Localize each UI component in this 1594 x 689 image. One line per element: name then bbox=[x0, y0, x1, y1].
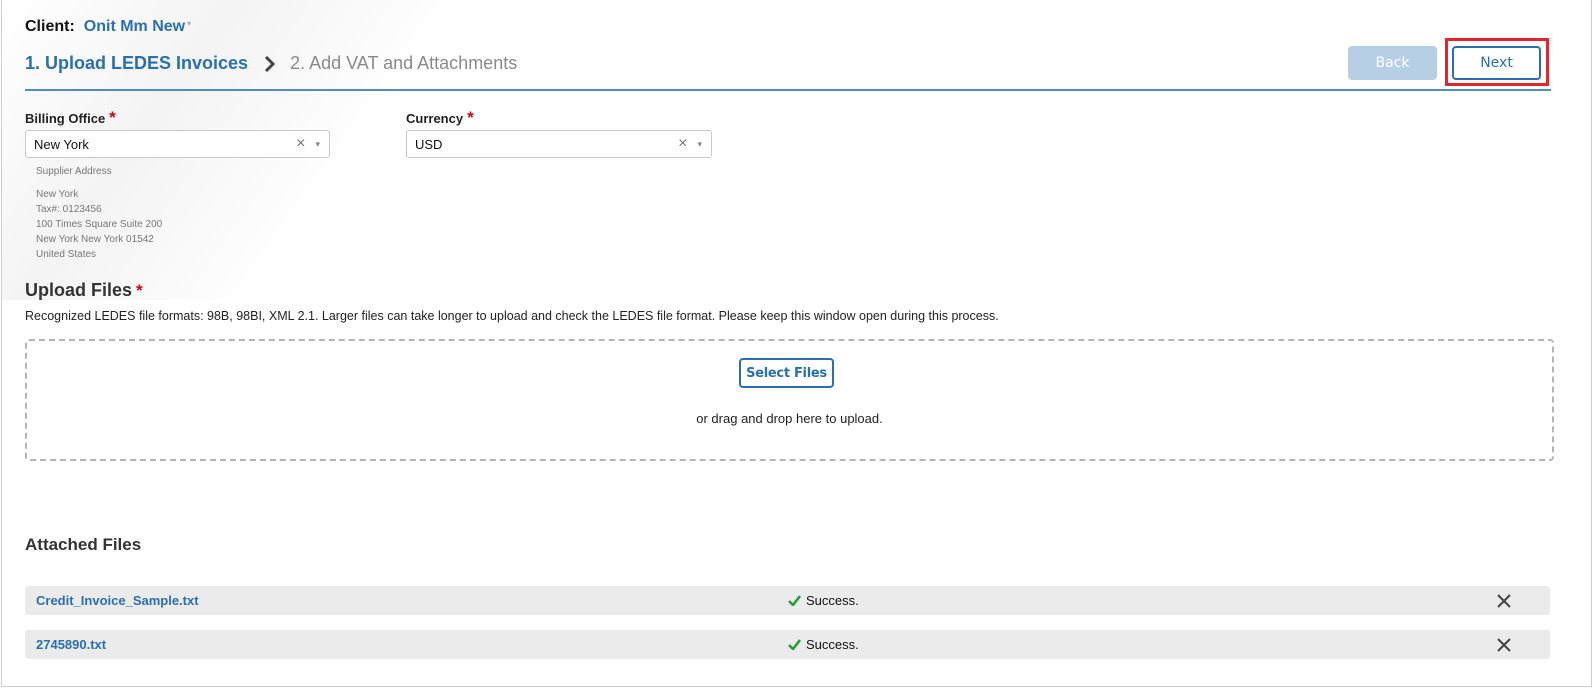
header-divider bbox=[25, 89, 1551, 91]
back-button[interactable]: Back bbox=[1348, 46, 1437, 80]
attached-files-title: Attached Files bbox=[25, 535, 142, 554]
billing-office-clear-icon[interactable]: × bbox=[296, 135, 305, 153]
client-caret-icon[interactable]: ▾ bbox=[187, 19, 191, 28]
required-mark: * bbox=[467, 108, 474, 127]
supplier-address-line: New York New York 01542 bbox=[36, 234, 154, 245]
wizard-steps: 1. Upload LEDES Invoices 2. Add VAT and … bbox=[25, 53, 517, 74]
required-mark: * bbox=[136, 281, 143, 300]
supplier-address-line: Tax#: 0123456 bbox=[36, 204, 102, 215]
attached-file-row: 2745890.txt Success. bbox=[25, 630, 1550, 659]
supplier-address-line: 100 Times Square Suite 200 bbox=[36, 219, 163, 230]
attached-file-row: Credit_Invoice_Sample.txt Success. bbox=[25, 586, 1550, 615]
upload-description: Recognized LEDES file formats: 98B, 98BI… bbox=[25, 309, 999, 323]
supplier-address-line: United States bbox=[36, 249, 97, 260]
select-files-button[interactable]: Select Files bbox=[739, 358, 834, 388]
step-upload-ledes: 1. Upload LEDES Invoices bbox=[25, 53, 249, 73]
billing-office-chevron-down-icon[interactable]: ▾ bbox=[315, 139, 320, 150]
upload-status-text: Success. bbox=[806, 593, 859, 608]
supplier-address-title: Supplier Address bbox=[36, 166, 112, 177]
upload-status: Success. bbox=[788, 637, 859, 652]
check-icon bbox=[788, 639, 801, 650]
currency-label-text: Currency bbox=[406, 111, 464, 126]
currency-label: Currency * bbox=[406, 108, 474, 128]
page-frame: Client: Onit Mm New ▾ 1. Upload LEDES In… bbox=[1, 0, 1592, 687]
upload-files-title: Upload Files * bbox=[25, 280, 143, 301]
attached-file-link[interactable]: Credit_Invoice_Sample.txt bbox=[36, 593, 199, 608]
currency-value: USD bbox=[415, 136, 443, 152]
required-mark: * bbox=[109, 108, 116, 127]
currency-chevron-down-icon[interactable]: ▾ bbox=[697, 139, 702, 150]
billing-office-select[interactable]: New York × ▾ bbox=[25, 130, 330, 158]
billing-office-value: New York bbox=[34, 136, 89, 152]
check-icon bbox=[788, 595, 801, 606]
client-name[interactable]: Onit Mm New bbox=[84, 18, 185, 36]
currency-clear-icon[interactable]: × bbox=[678, 135, 687, 153]
step-add-vat[interactable]: 2. Add VAT and Attachments bbox=[290, 53, 517, 74]
attached-file-link[interactable]: 2745890.txt bbox=[36, 637, 106, 652]
client-selector[interactable]: Client: Onit Mm New ▾ bbox=[25, 18, 191, 36]
upload-status-text: Success. bbox=[806, 637, 859, 652]
upload-files-title-text: Upload Files bbox=[25, 280, 133, 300]
upload-status: Success. bbox=[788, 593, 859, 608]
billing-office-label: Billing Office * bbox=[25, 108, 116, 128]
drop-hint: or drag and drop here to upload. bbox=[696, 411, 883, 426]
supplier-address-line: New York bbox=[36, 189, 79, 200]
supplier-address: New York Tax#: 0123456 100 Times Square … bbox=[36, 187, 162, 262]
chevron-right-icon bbox=[264, 55, 276, 72]
close-icon[interactable] bbox=[1497, 593, 1511, 608]
close-icon[interactable] bbox=[1497, 637, 1511, 652]
currency-select[interactable]: USD × ▾ bbox=[406, 130, 712, 158]
client-label: Client: bbox=[25, 18, 75, 35]
billing-office-label-text: Billing Office bbox=[25, 111, 106, 126]
next-button[interactable]: Next bbox=[1452, 46, 1541, 80]
